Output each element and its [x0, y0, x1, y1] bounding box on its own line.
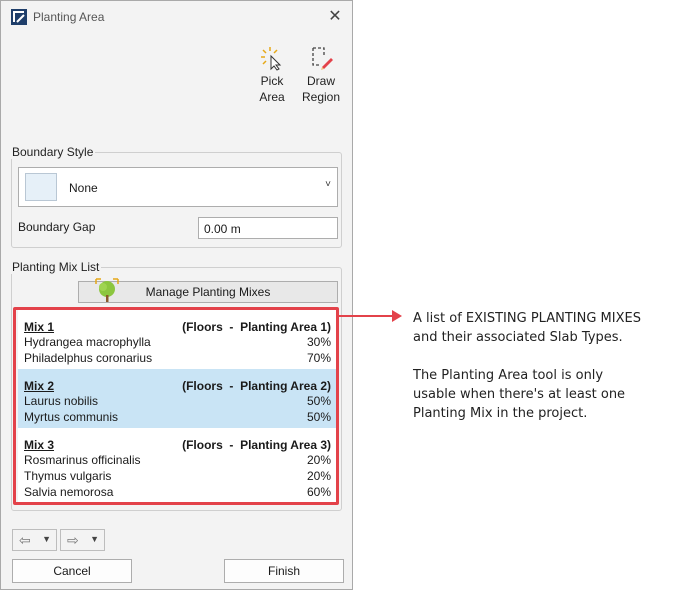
- plant-name: Hydrangea macrophylla: [24, 335, 151, 349]
- plant-row: Laurus nobilis 50%: [24, 393, 331, 409]
- pick-area-label-2: Area: [259, 90, 285, 104]
- boundary-style-label: Boundary Style: [10, 145, 96, 159]
- annotation-line: and their associated Slab Types.: [413, 330, 623, 345]
- app-logo-icon: [11, 9, 27, 25]
- draw-region-label-1: Draw: [306, 74, 335, 88]
- undo-button[interactable]: ⇦ ▼: [12, 529, 57, 551]
- style-swatch: [25, 173, 57, 201]
- mix-name: Mix 2: [24, 379, 55, 393]
- boundary-style-dropdown[interactable]: None ˅: [18, 167, 338, 207]
- annotation-line: usable when there's at least one: [413, 387, 626, 402]
- plant-name: Salvia nemorosa: [24, 485, 114, 499]
- planting-mix-list[interactable]: Mix 1 (Floors - Planting Area 1) Hydrange…: [18, 310, 336, 502]
- close-icon[interactable]: ✕: [326, 8, 344, 26]
- plant-name: Philadelphus coronarius: [24, 351, 153, 365]
- plant-row: Hydrangea macrophylla 30%: [24, 334, 331, 350]
- plant-percent: 70%: [306, 351, 331, 365]
- planting-mix-list-label: Planting Mix List: [10, 260, 102, 274]
- plant-percent: 50%: [306, 410, 331, 424]
- draw-region-icon: [299, 43, 343, 73]
- mix-item[interactable]: Mix 3 (Floors - Planting Area 3) Rosmarin…: [18, 428, 336, 502]
- chevron-down-icon: ▼: [90, 534, 99, 544]
- chevron-down-icon: ˅: [325, 179, 331, 190]
- undo-icon: ⇦: [19, 532, 31, 548]
- callout-arrow-line: [338, 315, 394, 317]
- boundary-style-value: None: [69, 181, 98, 195]
- mix-item[interactable]: Mix 1 (Floors - Planting Area 1) Hydrange…: [18, 310, 336, 369]
- plant-row: Thymus vulgaris 20%: [24, 468, 331, 484]
- plant-name: Laurus nobilis: [24, 394, 99, 408]
- title-bar: Planting Area ✕: [1, 1, 352, 33]
- finish-button[interactable]: Finish: [224, 559, 344, 583]
- mix-name: Mix 3: [24, 438, 55, 452]
- mix-slab-type: (Floors - Planting Area 2): [182, 379, 331, 393]
- mix-item-selected[interactable]: Mix 2 (Floors - Planting Area 2) Laurus n…: [18, 369, 336, 428]
- callout-arrow-head: [392, 310, 402, 322]
- plant-percent: 20%: [306, 469, 331, 483]
- plant-row: Salvia nemorosa 60%: [24, 484, 331, 500]
- mix-name: Mix 1: [24, 320, 55, 334]
- redo-button[interactable]: ⇨ ▼: [60, 529, 105, 551]
- plant-percent: 50%: [306, 394, 331, 408]
- plant-row: Philadelphus coronarius 70%: [24, 350, 331, 366]
- manage-button-label: Manage Planting Mixes: [145, 285, 271, 299]
- mix-slab-type: (Floors - Planting Area 3): [182, 438, 331, 452]
- draw-region-button[interactable]: Draw Region: [299, 43, 343, 105]
- planting-area-dialog: Planting Area ✕ Pick Area Draw Region Bo…: [0, 0, 353, 590]
- plant-name: Thymus vulgaris: [24, 469, 112, 483]
- plant-name: Myrtus communis: [24, 410, 119, 424]
- draw-region-label-2: Region: [301, 90, 341, 104]
- annotation-line: Planting Mix in the project.: [413, 406, 588, 421]
- plant-percent: 20%: [306, 453, 331, 467]
- plant-percent: 60%: [306, 485, 331, 499]
- redo-icon: ⇨: [67, 532, 79, 548]
- annotation-line: The Planting Area tool is only: [413, 368, 604, 383]
- plant-percent: 30%: [306, 335, 331, 349]
- plant-name: Rosmarinus officinalis: [24, 453, 141, 467]
- pick-area-label-1: Pick: [260, 74, 284, 88]
- mix-slab-type: (Floors - Planting Area 1): [182, 320, 331, 334]
- chevron-down-icon: ▼: [42, 534, 51, 544]
- boundary-gap-label: Boundary Gap: [18, 220, 96, 234]
- pick-area-button[interactable]: Pick Area: [250, 43, 294, 105]
- dialog-title: Planting Area: [33, 10, 105, 24]
- plant-row: Rosmarinus officinalis 20%: [24, 452, 331, 468]
- tree-icon: [94, 277, 120, 305]
- pick-area-icon: [250, 43, 294, 73]
- plant-row: Myrtus communis 50%: [24, 409, 331, 425]
- annotation-line: A list of EXISTING PLANTING MIXES: [413, 311, 641, 326]
- boundary-gap-input[interactable]: 0.00 m: [198, 217, 338, 239]
- cancel-button[interactable]: Cancel: [12, 559, 132, 583]
